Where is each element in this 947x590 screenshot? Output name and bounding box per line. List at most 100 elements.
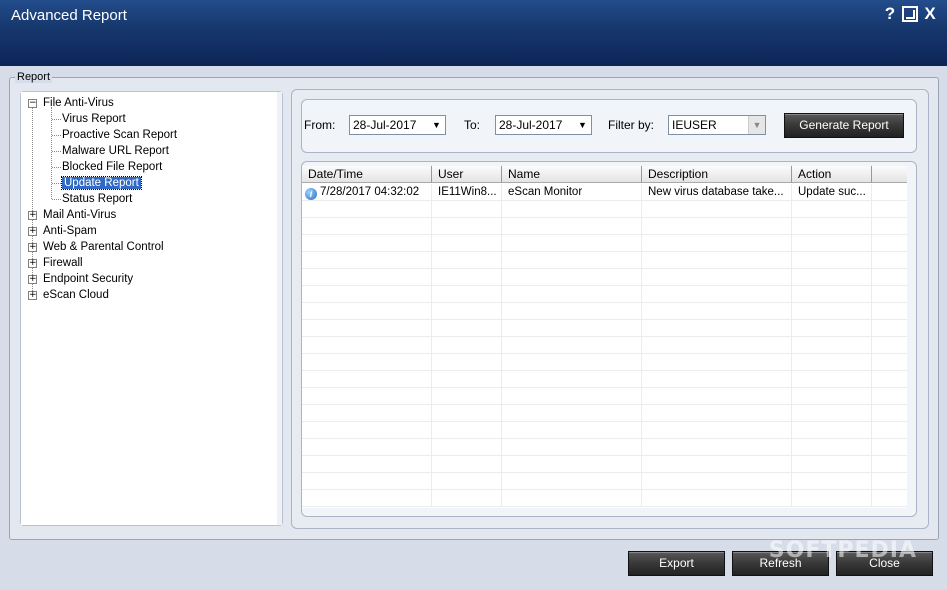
- filter-by-select[interactable]: IEUSER ▼: [668, 115, 766, 135]
- table-row: [302, 439, 907, 456]
- table-cell: [502, 456, 642, 473]
- tree-node-label: Malware URL Report: [62, 145, 169, 157]
- table-cell: [642, 218, 792, 235]
- table-cell: [302, 439, 432, 456]
- tree-node[interactable]: Virus Report: [62, 111, 126, 127]
- table-cell: [792, 337, 872, 354]
- tree-node[interactable]: Malware URL Report: [62, 143, 169, 159]
- table-cell: [502, 473, 642, 490]
- tree-connector: [52, 119, 61, 120]
- from-date-picker[interactable]: 28-Jul-2017 ▼: [349, 115, 446, 135]
- tree-node-label: Firewall: [43, 257, 83, 269]
- table-cell: [432, 388, 502, 405]
- table-cell: IE11Win8...: [432, 184, 502, 201]
- table-cell: [432, 439, 502, 456]
- filter-by-value: IEUSER: [672, 118, 717, 132]
- tree-node-label: Update Report: [61, 176, 142, 190]
- expand-icon[interactable]: +: [28, 259, 37, 268]
- tree-node[interactable]: Blocked File Report: [62, 159, 162, 175]
- tree-scrollbar[interactable]: [277, 92, 282, 525]
- table-cell: [432, 422, 502, 439]
- table-cell-text: 7/28/2017 04:32:02: [320, 186, 420, 198]
- report-tree-content: − File Anti-Virus Virus Report Proactive Sc…: [21, 92, 278, 525]
- maximize-icon[interactable]: [902, 6, 918, 22]
- table-row: [302, 218, 907, 235]
- tree-connector: [52, 183, 61, 184]
- table-cell: [502, 337, 642, 354]
- tree-node[interactable]: Status Report: [62, 191, 132, 207]
- table-cell: [792, 252, 872, 269]
- table-cell: [642, 303, 792, 320]
- tree-node[interactable]: Mail Anti-Virus: [43, 207, 116, 223]
- tree-node-label: Proactive Scan Report: [62, 129, 178, 141]
- table-row: [302, 337, 907, 354]
- table-cell: [642, 405, 792, 422]
- expand-icon[interactable]: +: [28, 227, 37, 236]
- table-cell: [642, 439, 792, 456]
- table-cell-text: Update suc...: [798, 186, 866, 198]
- tree-node-label: Blocked File Report: [62, 161, 163, 173]
- table-cell: [502, 218, 642, 235]
- table-cell: [642, 337, 792, 354]
- to-label: To:: [464, 118, 481, 132]
- table-cell: [642, 354, 792, 371]
- collapse-icon[interactable]: −: [28, 99, 37, 108]
- to-date-picker[interactable]: 28-Jul-2017 ▼: [495, 115, 592, 135]
- table-row: [302, 371, 907, 388]
- table-cell: [302, 303, 432, 320]
- table-row: [302, 269, 907, 286]
- tree-node[interactable]: Proactive Scan Report: [62, 127, 177, 143]
- table-cell: [642, 388, 792, 405]
- tree-node[interactable]: File Anti-Virus: [43, 95, 114, 111]
- expand-icon[interactable]: +: [28, 243, 37, 252]
- table-cell: [792, 320, 872, 337]
- table-cell: [792, 439, 872, 456]
- column-header[interactable]: Action: [792, 166, 872, 183]
- table-cell: New virus database take...: [642, 184, 792, 201]
- table-cell: [302, 405, 432, 422]
- table-cell: [432, 218, 502, 235]
- table-cell: [302, 320, 432, 337]
- chevron-down-icon[interactable]: ▼: [428, 116, 445, 134]
- table-cell: [302, 235, 432, 252]
- table-row[interactable]: i 7/28/2017 04:32:02 IE11Win8... eScan Moni…: [302, 184, 907, 201]
- table-cell: [302, 388, 432, 405]
- table-cell: [432, 201, 502, 218]
- tree-node[interactable]: Endpoint Security: [43, 271, 133, 287]
- tree-node[interactable]: eScan Cloud: [43, 287, 109, 303]
- table-cell: [792, 456, 872, 473]
- expand-icon[interactable]: +: [28, 275, 37, 284]
- export-button[interactable]: Export: [628, 551, 725, 576]
- generate-report-button[interactable]: Generate Report: [784, 113, 904, 138]
- column-header[interactable]: User: [432, 166, 502, 183]
- title-bar-buttons: ? X: [881, 5, 939, 23]
- column-header[interactable]: Description: [642, 166, 792, 183]
- chevron-down-icon[interactable]: ▼: [748, 116, 765, 134]
- tree-node[interactable]: Anti-Spam: [43, 223, 97, 239]
- table-cell: [642, 320, 792, 337]
- table-cell: [302, 269, 432, 286]
- to-date-value: 28-Jul-2017: [499, 118, 563, 132]
- report-tree: − File Anti-Virus Virus Report Proactive Sc…: [20, 91, 283, 526]
- help-icon[interactable]: ?: [881, 5, 899, 23]
- tree-node[interactable]: Firewall: [43, 255, 83, 271]
- expand-icon[interactable]: +: [28, 291, 37, 300]
- table-row: [302, 303, 907, 320]
- column-header[interactable]: Name: [502, 166, 642, 183]
- table-cell: [502, 303, 642, 320]
- chevron-down-icon[interactable]: ▼: [574, 116, 591, 134]
- table-row: [302, 456, 907, 473]
- table-cell-text: IE11Win8...: [438, 186, 497, 198]
- expand-icon[interactable]: +: [28, 211, 37, 220]
- tree-connector: [51, 107, 52, 199]
- table-cell: [792, 354, 872, 371]
- column-header[interactable]: Date/Time: [302, 166, 432, 183]
- close-icon[interactable]: X: [921, 5, 939, 23]
- tree-connector: [52, 167, 61, 168]
- tree-node[interactable]: Update Report: [61, 175, 142, 191]
- tree-node[interactable]: Web & Parental Control: [43, 239, 164, 255]
- table-cell: [792, 388, 872, 405]
- table-cell: [502, 286, 642, 303]
- table-cell: [792, 473, 872, 490]
- table-cell: [302, 286, 432, 303]
